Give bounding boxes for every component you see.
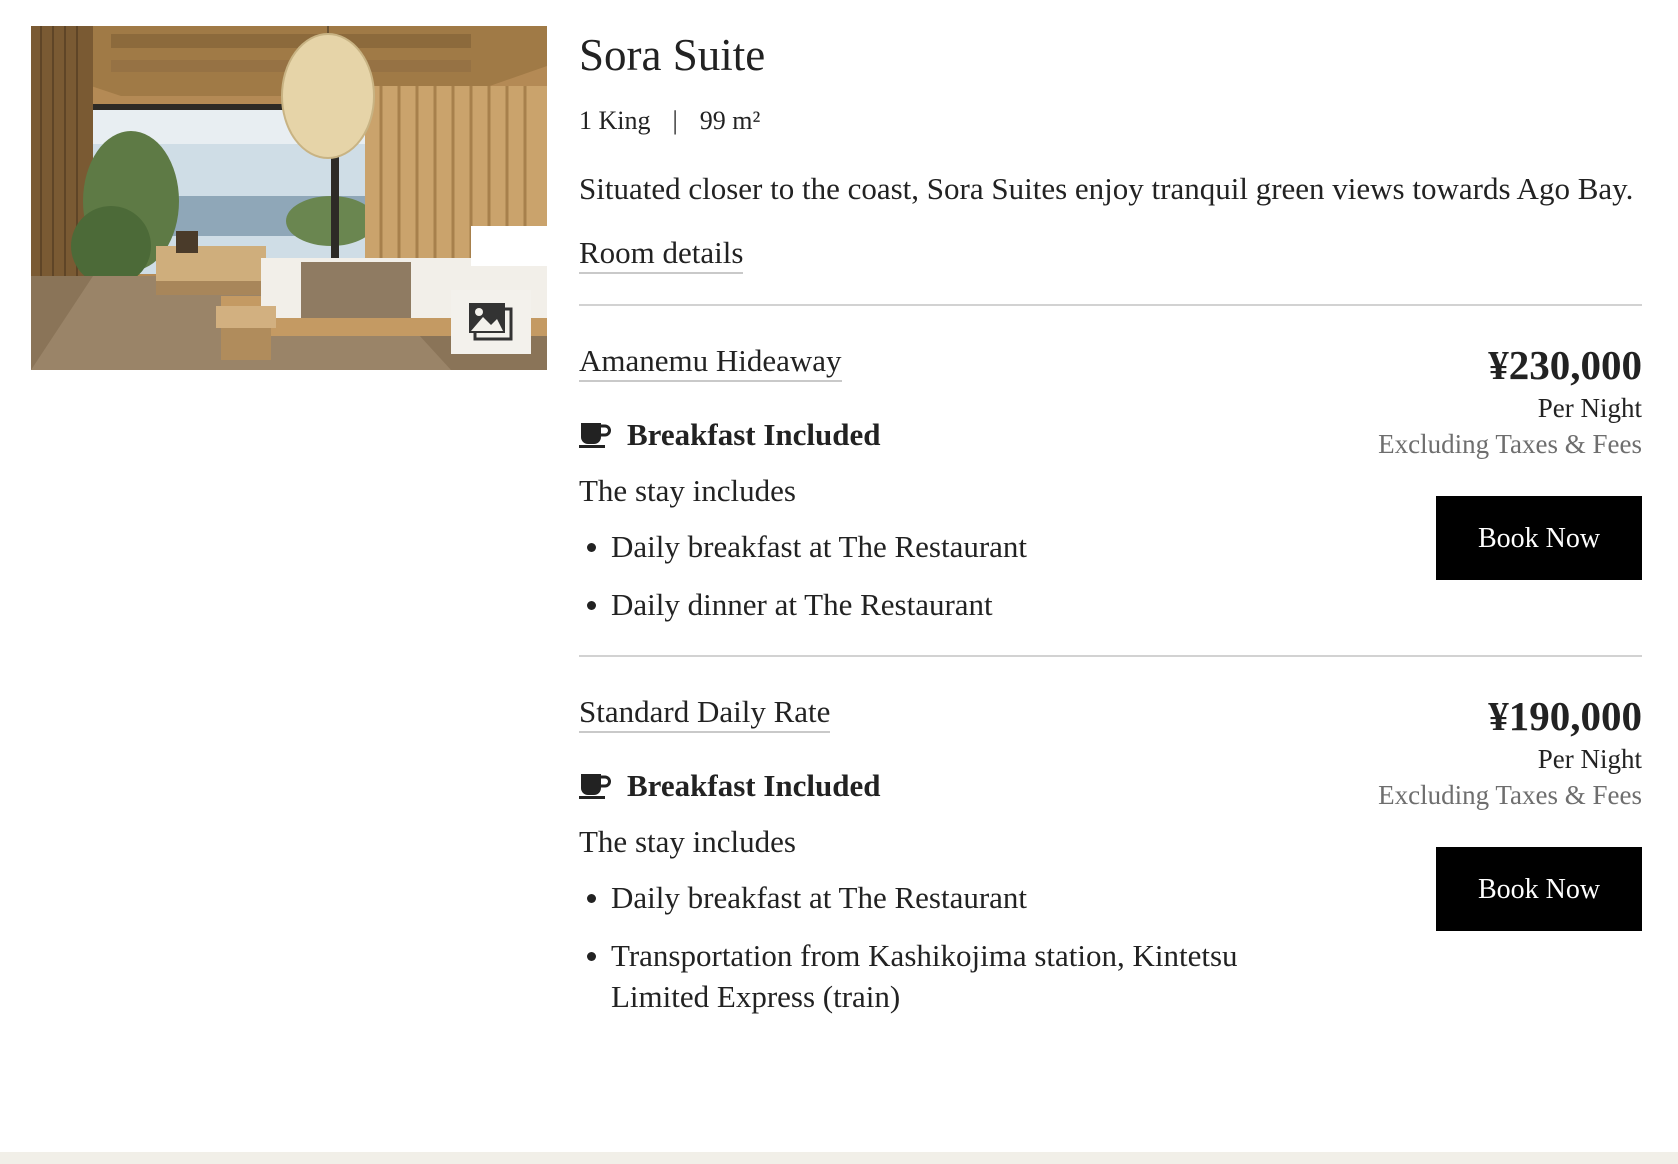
rate-details: Standard Daily Rate Breakfast Included T… [579,693,1299,1017]
rate-option: Amanemu Hideaway Breakfast Included The … [579,342,1642,625]
divider [579,304,1642,306]
coffee-cup-icon [579,774,611,799]
room-info: Sora Suite 1 King | 99 m² Situated closer … [579,26,1642,1034]
room-details-link[interactable]: Room details [579,234,744,274]
tax-note: Excluding Taxes & Fees [1378,780,1642,810]
inclusions-list: Daily breakfast at The Restaurant Transp… [579,877,1299,1017]
rate-price: ¥230,000 [1488,342,1642,388]
room-size: 99 m² [699,106,761,135]
per-night-label: Per Night [1537,744,1642,774]
room-title: Sora Suite [579,30,766,80]
tax-note: Excluding Taxes & Fees [1378,429,1642,459]
rate-pricing: ¥230,000 Per Night Excluding Taxes & Fee… [1378,340,1642,580]
inclusion-item: Daily breakfast at The Restaurant [579,877,1299,918]
coffee-cup-icon [579,423,611,448]
inclusion-item: Daily dinner at The Restaurant [579,584,1299,625]
inclusion-item: Daily breakfast at The Restaurant [579,526,1299,567]
bed-type: 1 King [579,106,651,135]
book-now-button[interactable]: Book Now [1436,847,1642,931]
meal-plan-label: Breakfast Included [627,417,881,452]
room-description: Situated closer to the coast, Sora Suite… [579,171,1634,206]
rate-pricing: ¥190,000 Per Night Excluding Taxes & Fee… [1378,691,1642,931]
rate-price: ¥190,000 [1488,693,1642,739]
image-gallery-icon [469,303,513,341]
inclusions-list: Daily breakfast at The Restaurant Daily … [579,526,1299,625]
meal-plan: Breakfast Included [579,416,1299,454]
room-meta: 1 King | 99 m² [579,104,1642,138]
rate-name-link[interactable]: Amanemu Hideaway [579,342,842,382]
gallery-button[interactable] [451,290,531,354]
book-now-button[interactable]: Book Now [1436,496,1642,580]
rate-option: Standard Daily Rate Breakfast Included T… [579,693,1642,1017]
meal-plan-label: Breakfast Included [627,768,881,803]
inclusion-item: Transportation from Kashikojima station,… [579,935,1299,1017]
footer-band [0,1152,1678,1164]
rate-details: Amanemu Hideaway Breakfast Included The … [579,342,1299,625]
meal-plan: Breakfast Included [579,767,1299,805]
meta-separator: | [672,106,678,135]
rate-name-link[interactable]: Standard Daily Rate [579,693,831,733]
per-night-label: Per Night [1537,393,1642,423]
stay-intro: The stay includes [579,473,796,508]
stay-intro: The stay includes [579,824,796,859]
room-photo[interactable] [31,26,547,370]
divider [579,655,1642,657]
